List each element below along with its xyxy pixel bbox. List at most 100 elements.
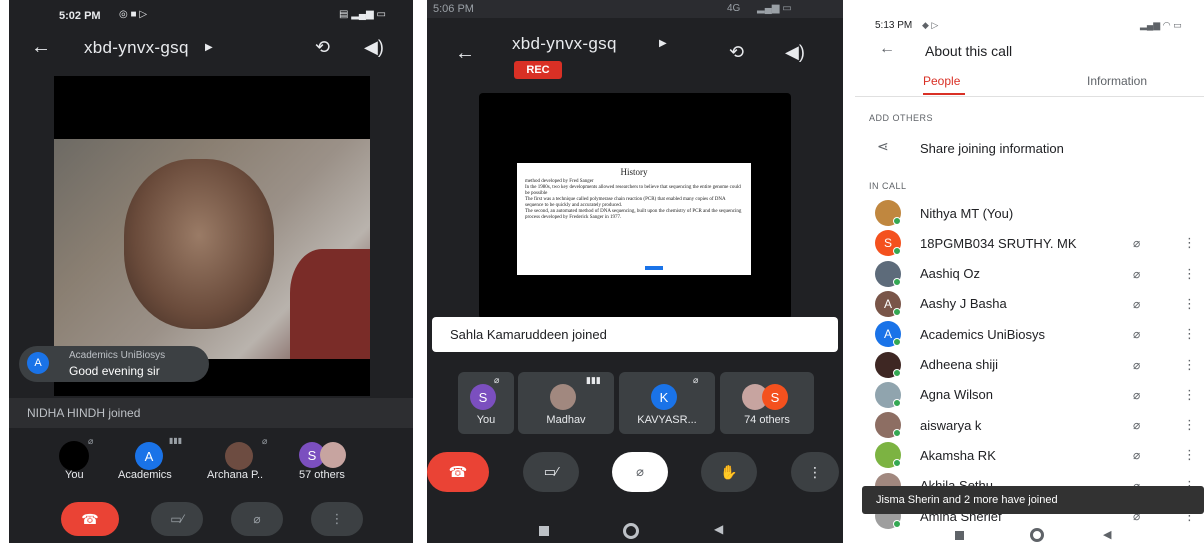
- online-indicator: [893, 520, 901, 528]
- hand-icon: ✋: [720, 463, 738, 480]
- online-indicator: [893, 429, 901, 438]
- audio-level-icon: ▮▮▮: [169, 436, 183, 445]
- participant-label-others: 57 others: [299, 469, 345, 481]
- screenshot-collage: 5:02 PM ◎ ■ ▷ ▤ ▂▄▆ ▭ ← xbd-ynvx-gsq ▶ ⟲…: [0, 0, 1204, 543]
- participant-label-you: You: [65, 469, 84, 481]
- camera-off-icon: ▭⁄: [170, 512, 184, 526]
- self-tile-avatar[interactable]: [59, 441, 89, 471]
- participant-label-archana: Archana P..: [207, 469, 264, 481]
- participant-name: Adheena shiji: [920, 357, 999, 372]
- participant-tile-others[interactable]: S 74 others: [720, 372, 814, 434]
- participant-name: Aashy J Basha: [920, 296, 1007, 312]
- more-vert-icon: ⋮: [330, 511, 344, 526]
- back-nav-icon[interactable]: ◀: [714, 522, 723, 536]
- more-vert-icon[interactable]: ⋮: [1183, 296, 1196, 312]
- shirt-shape: [290, 249, 370, 359]
- camera-off-icon: ▭⁄: [543, 464, 559, 479]
- camera-toggle-button[interactable]: ▭⁄: [151, 502, 203, 536]
- participant-avatar-academics[interactable]: A: [135, 442, 163, 470]
- share-joining-row[interactable]: ⋖ Share joining information: [855, 132, 1204, 162]
- mic-off-icon: ⌀: [636, 464, 644, 479]
- participant-tile-you[interactable]: S ⌀ You: [458, 372, 514, 434]
- participant-name: Aashiq Oz: [920, 266, 980, 282]
- more-vert-icon[interactable]: ⋮: [1183, 387, 1196, 403]
- participant-name: Nithya MT (You): [920, 205, 1014, 221]
- online-indicator: [893, 368, 901, 377]
- speaker-icon[interactable]: ◀): [785, 42, 805, 63]
- recents-nav-icon[interactable]: [539, 526, 549, 536]
- signal-battery-icon: ▂▄▆ ▭: [757, 3, 792, 14]
- network-type: 4G: [727, 3, 741, 14]
- more-options-button[interactable]: ⋮: [311, 502, 363, 536]
- meeting-code[interactable]: xbd-ynvx-gsq: [512, 34, 617, 54]
- back-arrow-icon[interactable]: ←: [879, 40, 895, 58]
- back-arrow-icon[interactable]: ←: [31, 36, 51, 59]
- meeting-code[interactable]: xbd-ynvx-gsq: [84, 38, 189, 58]
- camera-toggle-button[interactable]: ▭⁄: [523, 452, 579, 492]
- online-indicator: [893, 338, 901, 347]
- participant-row[interactable]: aiswarya k ⌀ ⋮: [855, 410, 1204, 440]
- caret-right-icon: ▶: [205, 42, 213, 53]
- participant-video: [54, 139, 370, 359]
- participant-row[interactable]: A Academics UniBiosys ⌀ ⋮: [855, 319, 1204, 349]
- mic-off-icon: ⌀: [494, 375, 500, 385]
- chat-bubble[interactable]: A Academics UniBiosys Good evening sir: [19, 346, 209, 382]
- more-vert-icon[interactable]: ⋮: [1183, 447, 1196, 463]
- participant-row[interactable]: Aashiq Oz ⌀ ⋮: [855, 259, 1204, 289]
- participant-tile-madhav[interactable]: ▮▮▮ Madhav: [518, 372, 614, 434]
- tab-people[interactable]: People: [923, 74, 960, 88]
- status-time: 5:13 PM: [875, 20, 913, 31]
- participant-row[interactable]: S 18PGMB034 SRUTHY. MK ⌀ ⋮: [855, 228, 1204, 258]
- mic-off-icon: ⌀: [1133, 296, 1141, 311]
- tab-information[interactable]: Information: [1087, 74, 1147, 88]
- mic-off-icon: ⌀: [262, 436, 268, 446]
- screen-presentation-view: 5:06 PM 4G ▂▄▆ ▭ ← xbd-ynvx-gsq ▶ REC ⟲ …: [427, 0, 843, 543]
- join-toast: Sahla Kamaruddeen joined: [432, 317, 838, 352]
- end-call-button[interactable]: ☎: [61, 502, 119, 536]
- participant-name: Akamsha RK: [920, 447, 996, 463]
- caret-right-icon: ▶: [659, 38, 667, 49]
- switch-camera-icon[interactable]: ⟲: [729, 42, 744, 63]
- more-vert-icon[interactable]: ⋮: [1183, 266, 1196, 282]
- more-vert-icon: ⋮: [808, 463, 822, 480]
- participant-avatar-archana[interactable]: [225, 442, 253, 470]
- participant-row[interactable]: Akamsha RK ⌀ ⋮: [855, 440, 1204, 470]
- participant-row[interactable]: A Aashy J Basha ⌀ ⋮: [855, 289, 1204, 319]
- mic-off-icon: ⌀: [1133, 266, 1141, 281]
- participant-tile-kavyasr[interactable]: K ⌀ KAVYASR...: [619, 372, 715, 434]
- mic-off-icon: ⌀: [88, 436, 94, 446]
- back-arrow-icon[interactable]: ←: [455, 42, 475, 65]
- home-nav-icon[interactable]: [1030, 528, 1044, 542]
- switch-camera-icon[interactable]: ⟲: [315, 37, 330, 58]
- participant-label: KAVYASR...: [637, 414, 697, 426]
- join-toast-text: NIDHA HINDH joined: [27, 406, 141, 420]
- participant-label: 74 others: [744, 414, 790, 426]
- participant-row[interactable]: Adheena shiji ⌀ ⋮: [855, 350, 1204, 380]
- participant-avatar: [550, 384, 576, 410]
- status-time: 5:02 PM: [59, 10, 101, 22]
- home-nav-icon[interactable]: [623, 523, 639, 539]
- mic-toggle-button[interactable]: ⌀: [612, 452, 668, 492]
- chat-avatar: A: [27, 352, 49, 374]
- more-vert-icon[interactable]: ⋮: [1183, 235, 1196, 251]
- more-vert-icon[interactable]: ⋮: [1183, 417, 1196, 433]
- recents-nav-icon[interactable]: [955, 531, 964, 540]
- more-options-button[interactable]: ⋮: [791, 452, 839, 492]
- raise-hand-button[interactable]: ✋: [701, 452, 757, 492]
- participant-label: You: [476, 414, 496, 426]
- mic-off-icon: ⌀: [1133, 387, 1141, 402]
- slide-body: method developed by Fred Sanger In the 1…: [525, 179, 743, 221]
- more-vert-icon[interactable]: ⋮: [1183, 357, 1196, 373]
- more-vert-icon[interactable]: ⋮: [1183, 326, 1196, 342]
- speaker-icon[interactable]: ◀): [364, 37, 384, 58]
- participant-row[interactable]: Agna Wilson ⌀ ⋮: [855, 380, 1204, 410]
- participant-row[interactable]: Nithya MT (You): [855, 198, 1204, 228]
- participant-label: Madhav: [546, 414, 586, 426]
- join-toast-text: Sahla Kamaruddeen joined: [450, 327, 607, 342]
- join-toast: NIDHA HINDH joined: [9, 398, 413, 428]
- end-call-button[interactable]: ☎: [427, 452, 489, 492]
- mic-toggle-button[interactable]: ⌀: [231, 502, 283, 536]
- back-nav-icon[interactable]: ◀: [1103, 528, 1111, 541]
- chat-author: Academics UniBiosys: [69, 350, 166, 361]
- mic-off-icon: ⌀: [1133, 236, 1141, 251]
